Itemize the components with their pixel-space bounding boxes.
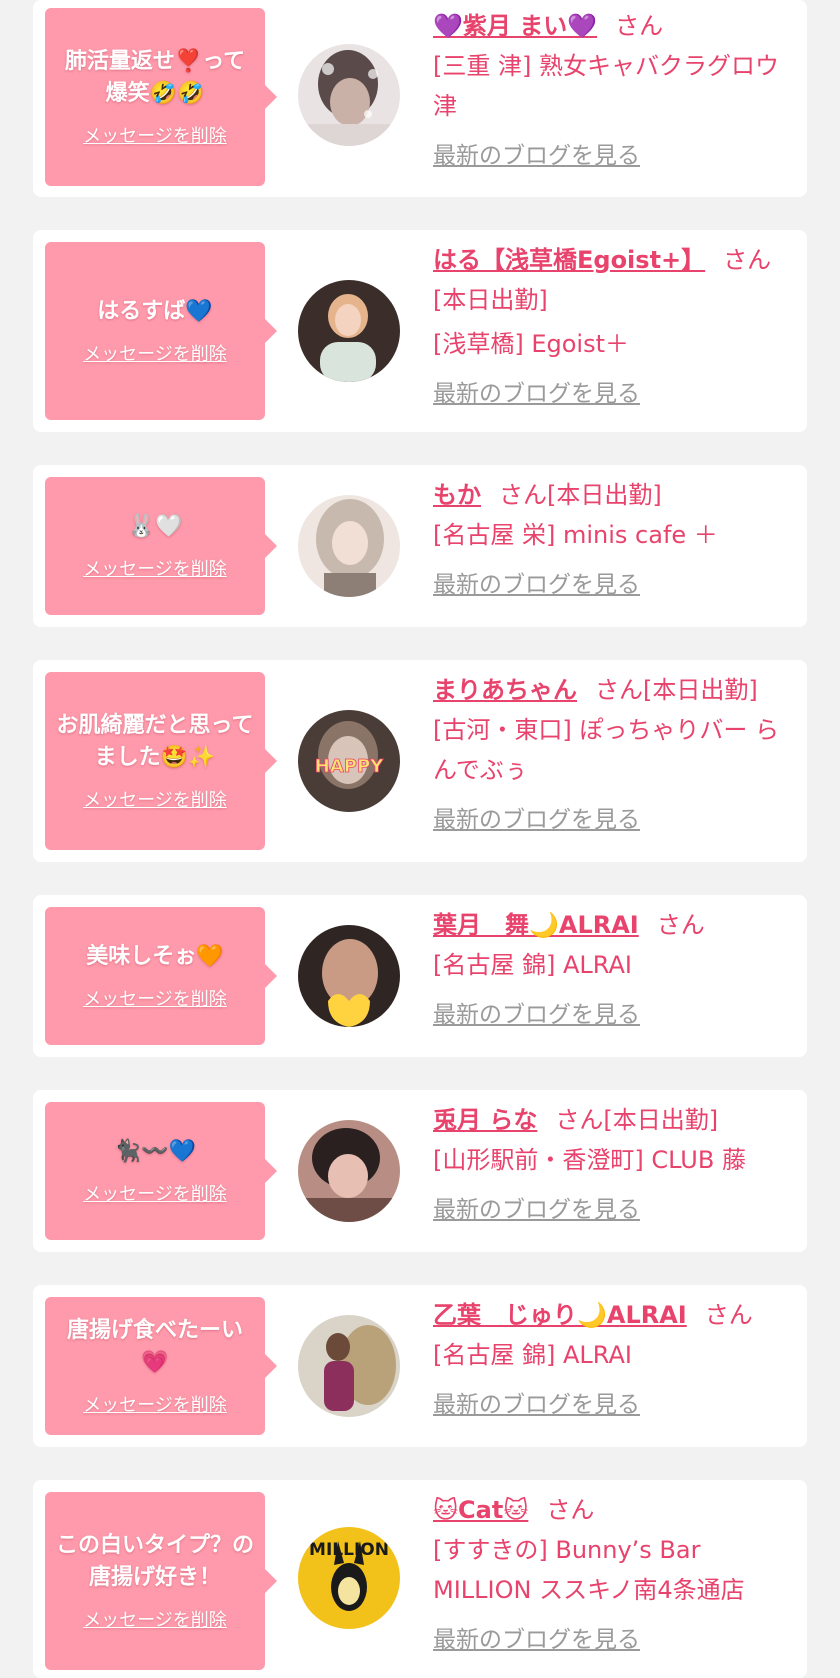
avatar-sticker: MILLION (309, 1540, 389, 1560)
honorific: さん (656, 911, 705, 939)
delete-message-link[interactable]: メッセージを削除 (83, 122, 227, 148)
message-card: 美味しそぉ🧡 メッセージを削除 葉月 舞🌙ALRAI さん [名古屋 錦] ALR… (33, 895, 807, 1057)
message-bubble: はるすば💙 メッセージを削除 (45, 242, 277, 420)
girl-name-link[interactable]: もか (433, 481, 481, 509)
delete-message-link[interactable]: メッセージを削除 (83, 340, 227, 366)
shop-name: [名古屋 錦] ALRAI (433, 1341, 632, 1369)
message-bubble: 美味しそぉ🧡 メッセージを削除 (45, 907, 277, 1045)
message-card: 肺活量返せ❣️って爆笑🤣🤣 メッセージを削除 💜紫月 まい💜 さん [三重 津] … (33, 0, 807, 197)
honorific: さん[本日出勤] (499, 481, 662, 509)
girl-info: 乙葉 じゅり🌙ALRAI さん [名古屋 錦] ALRAI 最新のブログを見る (433, 1295, 793, 1425)
girl-name-link[interactable]: 葉月 舞🌙ALRAI (433, 911, 639, 939)
delete-message-link[interactable]: メッセージを削除 (83, 1391, 227, 1417)
message-text: 唐揚げ食べたーい💗 (66, 1318, 243, 1375)
message-text: お肌綺麗だと思ってました🤩✨ (56, 713, 254, 770)
girl-name-link[interactable]: 兎月 らな (433, 1106, 537, 1134)
latest-blog-link[interactable]: 最新のブログを見る (433, 995, 640, 1035)
message-card: はるすば💙 メッセージを削除 はる【浅草橋Egoist+】 さん [本日出勤] [… (33, 230, 807, 432)
status-text: [本日出勤] (433, 286, 548, 314)
avatar-sticker: HAPPY (315, 756, 384, 777)
honorific: さん[本日出勤] (595, 676, 758, 704)
avatar[interactable]: HAPPY (298, 710, 400, 812)
girl-info: まりあちゃん さん[本日出勤] [古河・東口] ぽっちゃりバー らんでぶぅ 最新の… (433, 670, 793, 840)
latest-blog-link[interactable]: 最新のブログを見る (433, 1190, 640, 1230)
shop-name: [三重 津] 熟女キャバクラグロウ津 (433, 52, 779, 120)
shop-name: [古河・東口] ぽっちゃりバー らんでぶぅ (433, 716, 779, 784)
honorific: さん (546, 1496, 595, 1524)
shop-name: [名古屋 栄] minis cafe ＋ (433, 521, 718, 549)
latest-blog-link[interactable]: 最新のブログを見る (433, 565, 640, 605)
message-text: 🐈‍⬛〰️💙 (113, 1139, 197, 1164)
honorific: さん (615, 12, 664, 40)
shop-name: [名古屋 錦] ALRAI (433, 951, 632, 979)
message-card: 🐰🤍 メッセージを削除 もか さん[本日出勤] [名古屋 栄] minis caf… (33, 465, 807, 627)
message-bubble: この白いタイプ？の唐揚げ好き！ メッセージを削除 (45, 1492, 277, 1670)
girl-name-link[interactable]: 乙葉 じゅり🌙ALRAI (433, 1301, 687, 1329)
message-card: この白いタイプ？の唐揚げ好き！ メッセージを削除 MILLION 🐱Cat🐱 さん… (33, 1480, 807, 1678)
favorites-message-list: 肺活量返せ❣️って爆笑🤣🤣 メッセージを削除 💜紫月 まい💜 さん [三重 津] … (0, 0, 840, 1678)
latest-blog-link[interactable]: 最新のブログを見る (433, 374, 640, 414)
message-text: 美味しそぉ🧡 (86, 944, 224, 969)
shop-name: [浅草橋] Egoist＋ (433, 330, 630, 358)
avatar[interactable] (298, 1315, 400, 1417)
girl-info: はる【浅草橋Egoist+】 さん [本日出勤] [浅草橋] Egoist＋ 最新… (433, 240, 793, 414)
message-bubble: 🐈‍⬛〰️💙 メッセージを削除 (45, 1102, 277, 1240)
girl-info: 兎月 らな さん[本日出勤] [山形駅前・香澄町] CLUB 藤 最新のブログを見… (433, 1100, 793, 1230)
message-card: お肌綺麗だと思ってました🤩✨ メッセージを削除 HAPPY まりあちゃん さん[本… (33, 660, 807, 862)
girl-name-link[interactable]: はる【浅草橋Egoist+】 (433, 246, 705, 274)
girl-info: 葉月 舞🌙ALRAI さん [名古屋 錦] ALRAI 最新のブログを見る (433, 905, 793, 1035)
message-card: 🐈‍⬛〰️💙 メッセージを削除 兎月 らな さん[本日出勤] [山形駅前・香澄町]… (33, 1090, 807, 1252)
message-bubble: 肺活量返せ❣️って爆笑🤣🤣 メッセージを削除 (45, 8, 277, 186)
delete-message-link[interactable]: メッセージを削除 (83, 555, 227, 581)
message-bubble: お肌綺麗だと思ってました🤩✨ メッセージを削除 (45, 672, 277, 850)
honorific: さん (704, 1301, 753, 1329)
delete-message-link[interactable]: メッセージを削除 (83, 786, 227, 812)
message-text: 🐰🤍 (127, 514, 183, 539)
avatar[interactable]: MILLION (298, 1527, 400, 1629)
message-text: はるすば💙 (97, 299, 213, 324)
message-text: 肺活量返せ❣️って爆笑🤣🤣 (64, 49, 246, 106)
avatar[interactable] (298, 925, 400, 1027)
girl-info: もか さん[本日出勤] [名古屋 栄] minis cafe ＋ 最新のブログを見… (433, 475, 793, 605)
delete-message-link[interactable]: メッセージを削除 (83, 985, 227, 1011)
latest-blog-link[interactable]: 最新のブログを見る (433, 136, 640, 176)
latest-blog-link[interactable]: 最新のブログを見る (433, 800, 640, 840)
delete-message-link[interactable]: メッセージを削除 (83, 1606, 227, 1632)
delete-message-link[interactable]: メッセージを削除 (83, 1180, 227, 1206)
message-bubble: 唐揚げ食べたーい💗 メッセージを削除 (45, 1297, 277, 1435)
avatar[interactable] (298, 1120, 400, 1222)
avatar[interactable] (298, 495, 400, 597)
girl-name-link[interactable]: 💜紫月 まい💜 (433, 12, 597, 40)
latest-blog-link[interactable]: 最新のブログを見る (433, 1385, 640, 1425)
girl-info: 💜紫月 まい💜 さん [三重 津] 熟女キャバクラグロウ津 最新のブログを見る (433, 6, 793, 176)
message-text: この白いタイプ？の唐揚げ好き！ (55, 1533, 254, 1590)
shop-name: [山形駅前・香澄町] CLUB 藤 (433, 1146, 746, 1174)
avatar[interactable] (298, 280, 400, 382)
girl-name-link[interactable]: 🐱Cat🐱 (433, 1496, 528, 1524)
avatar[interactable] (298, 44, 400, 146)
shop-name: [すすきの] Bunny’s Bar MILLION ススキノ南4条通店 (433, 1536, 745, 1604)
honorific: さん (723, 246, 772, 274)
latest-blog-link[interactable]: 最新のブログを見る (433, 1620, 640, 1660)
honorific: さん[本日出勤] (555, 1106, 719, 1134)
message-bubble: 🐰🤍 メッセージを削除 (45, 477, 277, 615)
message-card: 唐揚げ食べたーい💗 メッセージを削除 乙葉 じゅり🌙ALRAI さん [名古屋 錦… (33, 1285, 807, 1447)
girl-name-link[interactable]: まりあちゃん (433, 676, 577, 704)
girl-info: 🐱Cat🐱 さん [すすきの] Bunny’s Bar MILLION ススキノ南… (433, 1490, 793, 1660)
